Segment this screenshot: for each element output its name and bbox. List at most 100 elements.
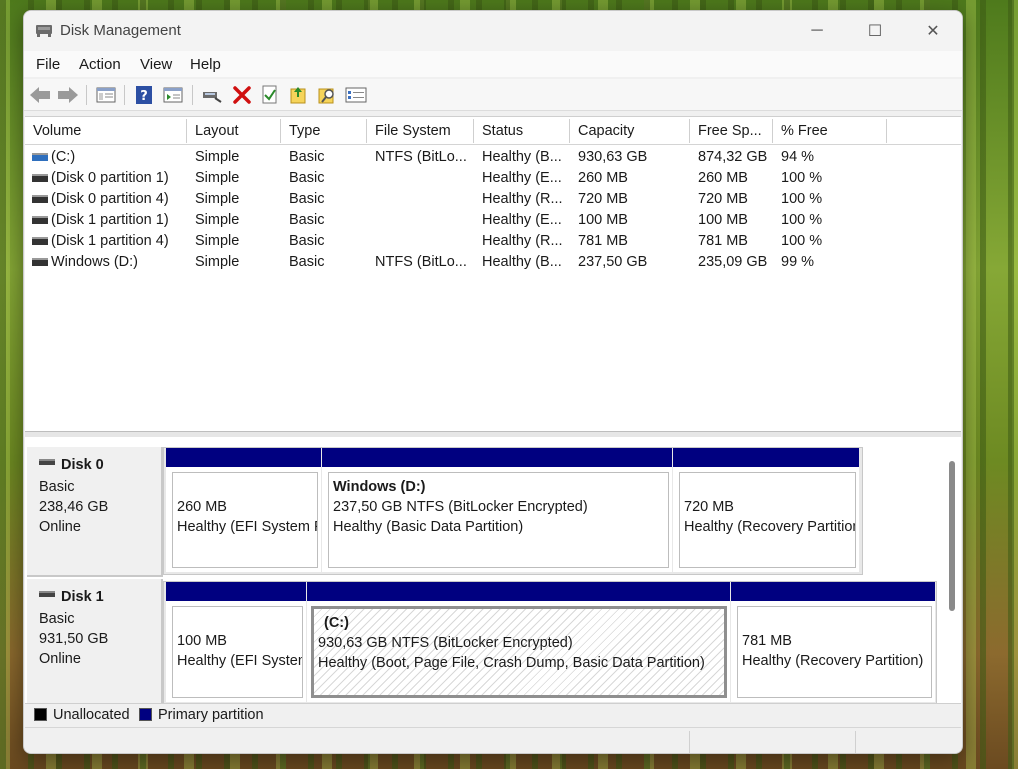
column-header-percent-free[interactable]: % Free xyxy=(773,119,887,143)
cell-layout: Simple xyxy=(195,149,240,165)
disk-1-label[interactable]: Disk 1 Basic 931,50 GB Online xyxy=(27,579,163,707)
partition-size: 720 MB xyxy=(684,499,734,515)
disk-0-partition-windows-d[interactable]: Windows (D:) 237,50 GB NTFS (BitLocker E… xyxy=(322,448,672,572)
partition-size: 260 MB xyxy=(177,499,227,515)
primary-partition-swatch xyxy=(139,708,152,721)
column-header-layout[interactable]: Layout xyxy=(187,119,281,143)
disk-1-partition-1[interactable]: 100 MB Healthy (EFI System xyxy=(166,582,306,702)
table-row[interactable]: (C:) Simple Basic NTFS (BitLo... Healthy (B.… xyxy=(25,147,961,168)
partition-size: 100 MB xyxy=(177,633,227,649)
volume-icon xyxy=(32,195,48,203)
legend: Unallocated Primary partition xyxy=(25,703,961,726)
maximize-button[interactable]: ☐ xyxy=(846,11,904,51)
menu-view[interactable]: View xyxy=(140,56,172,73)
cell-pct: 100 % xyxy=(781,233,823,249)
partition-status: Healthy (Basic Data Partition) xyxy=(333,519,524,535)
cell-fs: NTFS (BitLo... xyxy=(375,254,467,270)
status-separator xyxy=(855,731,856,753)
cell-type: Basic xyxy=(289,233,325,249)
menu-action[interactable]: Action xyxy=(79,56,121,73)
header-divider xyxy=(25,144,961,145)
menu-bar: File Action View Help xyxy=(24,51,962,77)
status-separator xyxy=(689,731,690,753)
cell-free: 235,09 GB xyxy=(698,254,768,270)
primary-partition-bar xyxy=(673,448,859,467)
cell-type: Basic xyxy=(289,149,325,165)
forward-arrow-icon[interactable] xyxy=(56,83,80,107)
column-header-status[interactable]: Status xyxy=(474,119,570,143)
cell-free: 100 MB xyxy=(698,212,748,228)
cell-volume: (Disk 1 partition 1) xyxy=(51,212,169,228)
disk-0-partitions: 260 MB Healthy (EFI System P Windows (D:… xyxy=(163,447,863,575)
vertical-scrollbar[interactable] xyxy=(949,461,955,611)
properties-pane-icon[interactable] xyxy=(161,83,185,107)
minimize-button[interactable]: ─ xyxy=(788,11,846,51)
disk-0-label[interactable]: Disk 0 Basic 238,46 GB Online xyxy=(27,447,163,577)
cell-free: 720 MB xyxy=(698,191,748,207)
disk-icon xyxy=(39,591,55,597)
toolbar-separator xyxy=(192,85,193,105)
volume-icon xyxy=(32,174,48,182)
table-row[interactable]: Windows (D:) Simple Basic NTFS (BitLo... Hea… xyxy=(25,252,961,273)
open-folder-icon[interactable] xyxy=(287,83,311,107)
cell-layout: Simple xyxy=(195,170,240,186)
cell-pct: 94 % xyxy=(781,149,815,165)
partition-body: 781 MB Healthy (Recovery Partition) xyxy=(737,606,932,698)
column-header-volume[interactable]: Volume xyxy=(25,119,187,143)
cell-type: Basic xyxy=(289,170,325,186)
cell-capacity: 930,63 GB xyxy=(578,149,648,165)
close-button[interactable]: ✕ xyxy=(904,11,962,51)
connect-disk-icon[interactable] xyxy=(200,83,224,107)
partition-body: 260 MB Healthy (EFI System P xyxy=(172,472,318,568)
cell-type: Basic xyxy=(289,212,325,228)
console-tree-icon[interactable] xyxy=(94,83,118,107)
cell-pct: 99 % xyxy=(781,254,815,270)
cell-status: Healthy (R... xyxy=(482,191,563,207)
disk-1-type: Basic xyxy=(39,611,75,627)
disk-0-partition-1[interactable]: 260 MB Healthy (EFI System P xyxy=(166,448,321,572)
legend-primary-partition: Primary partition xyxy=(158,707,264,723)
volume-list[interactable]: Volume Layout Type File System Status Ca… xyxy=(25,116,961,431)
back-arrow-icon[interactable] xyxy=(28,83,52,107)
column-header-type[interactable]: Type xyxy=(281,119,367,143)
column-header-capacity[interactable]: Capacity xyxy=(570,119,690,143)
svg-text:?: ? xyxy=(140,89,148,104)
column-header-file-system[interactable]: File System xyxy=(367,119,474,143)
title-bar[interactable]: Disk Management ─ ☐ ✕ xyxy=(24,11,962,51)
partition-size: 237,50 GB NTFS (BitLocker Encrypted) xyxy=(333,499,588,515)
search-folder-icon[interactable] xyxy=(315,83,339,107)
checkmark-icon[interactable] xyxy=(258,83,282,107)
cell-volume: Windows (D:) xyxy=(51,254,139,270)
window-title: Disk Management xyxy=(60,22,181,39)
toolbar-separator xyxy=(124,85,125,105)
legend-unallocated: Unallocated xyxy=(53,707,130,723)
disk-1-partition-c[interactable]: (C:) 930,63 GB NTFS (BitLocker Encrypted… xyxy=(307,582,730,702)
menu-file[interactable]: File xyxy=(36,56,60,73)
cell-volume: (Disk 0 partition 1) xyxy=(51,170,169,186)
table-row[interactable]: (Disk 1 partition 1) Simple Basic Healthy (… xyxy=(25,210,961,231)
partition-title: Windows (D:) xyxy=(333,479,426,495)
partition-status: Healthy (Boot, Page File, Crash Dump, Ba… xyxy=(318,655,705,671)
properties-list-icon[interactable] xyxy=(344,83,368,107)
primary-partition-bar xyxy=(307,582,730,601)
cell-pct: 100 % xyxy=(781,170,823,186)
cell-capacity: 100 MB xyxy=(578,212,628,228)
delete-icon[interactable] xyxy=(230,83,254,107)
table-row[interactable]: (Disk 0 partition 1) Simple Basic Healthy (… xyxy=(25,168,961,189)
cell-type: Basic xyxy=(289,191,325,207)
table-row[interactable]: (Disk 0 partition 4) Simple Basic Healthy (… xyxy=(25,189,961,210)
disk-1-partition-recovery[interactable]: 781 MB Healthy (Recovery Partition) xyxy=(731,582,935,702)
cell-free: 260 MB xyxy=(698,170,748,186)
partition-status: Healthy (EFI System P xyxy=(177,519,318,535)
help-icon[interactable]: ? xyxy=(132,83,156,107)
system-volume-icon xyxy=(32,153,48,161)
volume-icon xyxy=(32,216,48,224)
menu-help[interactable]: Help xyxy=(190,56,221,73)
partition-size: 781 MB xyxy=(742,633,792,649)
partition-status: Healthy (Recovery Partition) xyxy=(742,653,924,669)
column-header-free-space[interactable]: Free Sp... xyxy=(690,119,773,143)
table-row[interactable]: (Disk 1 partition 4) Simple Basic Healthy (… xyxy=(25,231,961,252)
cell-free: 874,32 GB xyxy=(698,149,768,165)
cell-layout: Simple xyxy=(195,212,240,228)
disk-0-partition-recovery[interactable]: 720 MB Healthy (Recovery Partition) xyxy=(673,448,859,572)
